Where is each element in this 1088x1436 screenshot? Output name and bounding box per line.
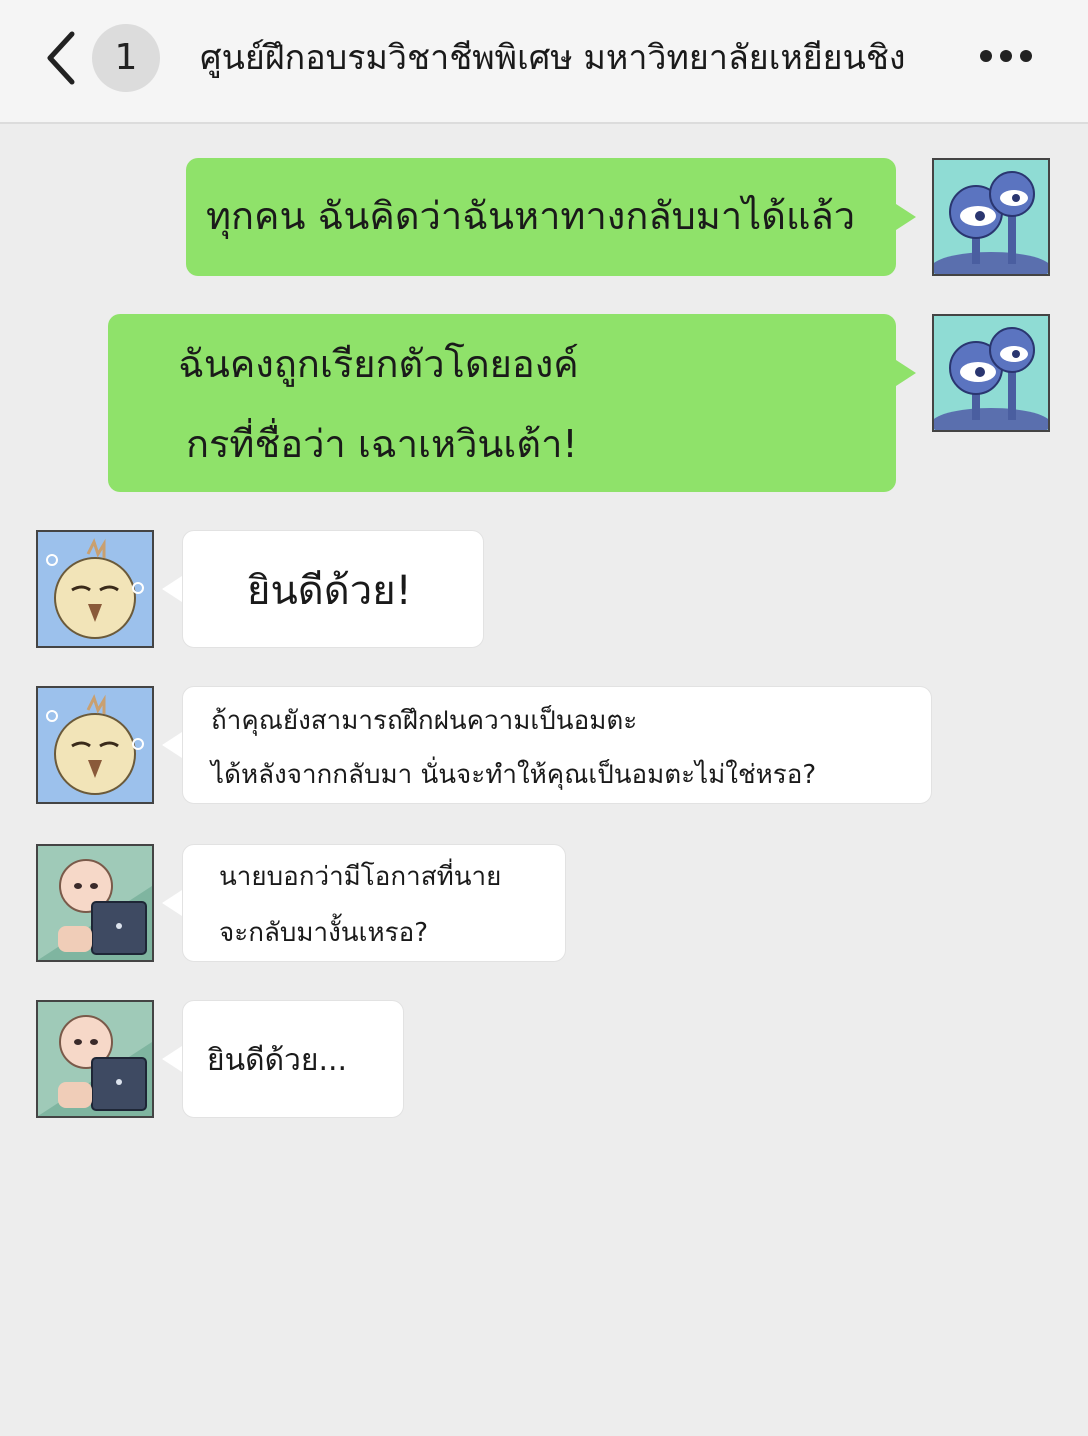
message-bubble[interactable]: ฉันคงถูกเรียกตัวโดยองค์ กรที่ชื่อว่า เฉา… <box>108 314 896 492</box>
bubble-tail <box>896 360 916 386</box>
chat-header: 1 ศูนย์ฝึกอบรมวิชาชีพพิเศษ มหาวิทยาลัยเห… <box>0 0 1088 124</box>
bubble-tail <box>162 1046 182 1072</box>
bubble-tail <box>162 576 182 602</box>
sleepy-bird-avatar[interactable] <box>36 530 154 648</box>
baby-laptop-avatar[interactable] <box>36 1000 154 1118</box>
twin-blue-creatures-avatar[interactable] <box>932 158 1050 276</box>
message-text: ยินดีด้วย! <box>247 568 412 614</box>
message-text: ทุกคน ฉันคิดว่าฉันหาทางกลับมาได้แล้ว <box>206 194 856 238</box>
bubble-tail <box>896 204 916 230</box>
message-text: นายบอกว่ามีโอกาสที่นาย <box>219 862 502 892</box>
message-text: ฉันคงถูกเรียกตัวโดยองค์ <box>178 342 579 386</box>
message-bubble[interactable]: ถ้าคุณยังสามารถฝึกฝนความเป็นอมตะ ได้หลัง… <box>182 686 932 804</box>
message-bubble[interactable]: ยินดีด้วย... <box>182 1000 404 1118</box>
message-bubble[interactable]: ทุกคน ฉันคิดว่าฉันหาทางกลับมาได้แล้ว <box>186 158 896 276</box>
message-text: ยินดีด้วย... <box>207 1043 348 1078</box>
twin-blue-creatures-avatar[interactable] <box>932 314 1050 432</box>
message-text: จะกลับมางั้นเหรอ? <box>219 918 428 948</box>
message-text: ได้หลังจากกลับมา นั่นจะทำให้คุณเป็นอมตะไ… <box>211 760 817 790</box>
message-bubble[interactable]: ยินดีด้วย! <box>182 530 484 648</box>
more-dots-icon <box>1000 50 1012 62</box>
chevron-left-icon <box>47 31 75 85</box>
back-button[interactable] <box>40 30 84 86</box>
more-dots-icon <box>980 50 992 62</box>
more-button[interactable] <box>974 46 1038 70</box>
unread-count-badge[interactable]: 1 <box>92 24 160 92</box>
sleepy-bird-avatar[interactable] <box>36 686 154 804</box>
message-bubble[interactable]: นายบอกว่ามีโอกาสที่นาย จะกลับมางั้นเหรอ? <box>182 844 566 962</box>
message-text: ถ้าคุณยังสามารถฝึกฝนความเป็นอมตะ <box>211 706 638 736</box>
message-text: กรที่ชื่อว่า เฉาเหวินเต้า! <box>186 422 578 466</box>
baby-laptop-avatar[interactable] <box>36 844 154 962</box>
more-dots-icon <box>1020 50 1032 62</box>
chat-title: ศูนย์ฝึกอบรมวิชาชีพพิเศษ มหาวิทยาลัยเหยี… <box>200 38 906 78</box>
bubble-tail <box>162 890 182 916</box>
bubble-tail <box>162 732 182 758</box>
